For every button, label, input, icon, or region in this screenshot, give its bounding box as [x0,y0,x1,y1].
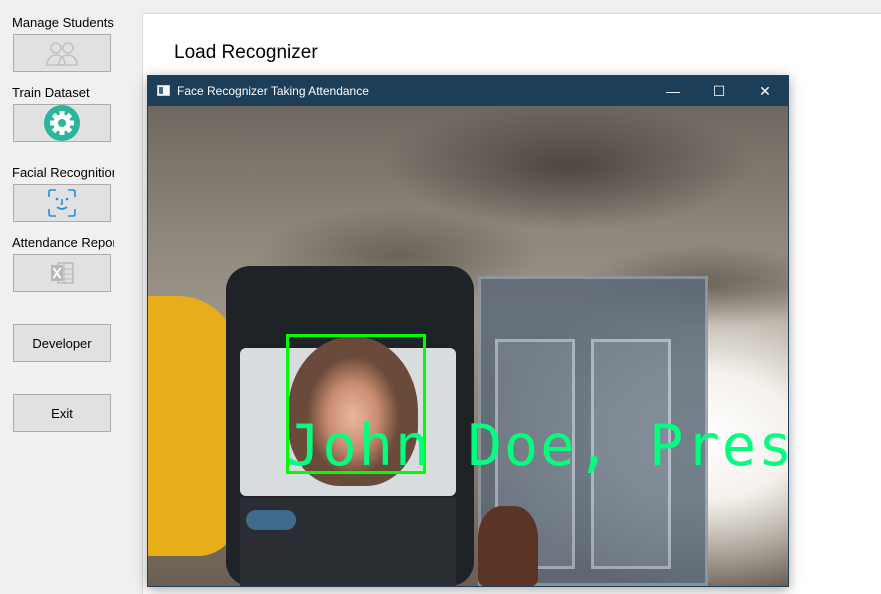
app-window-icon [157,85,170,96]
hand [478,506,538,586]
manage-students-button[interactable] [13,34,111,72]
face-scan-icon [48,189,76,217]
attendance-report-label: Attendance Report [12,235,114,250]
detection-label: John Doe, Present [286,413,788,479]
page-title: Load Recognizer [174,42,318,63]
window-titlebar[interactable]: Face Recognizer Taking Attendance — ☐ ✕ [148,76,788,106]
excel-icon [51,262,74,284]
window-title: Face Recognizer Taking Attendance [177,84,369,98]
camera-feed: John Doe, Present [148,106,788,586]
minimize-button[interactable]: — [650,76,696,106]
train-dataset-button[interactable] [13,104,111,142]
train-dataset-label: Train Dataset [12,85,90,100]
close-button[interactable]: ✕ [742,76,788,106]
exit-button[interactable]: Exit [13,394,111,432]
yellow-sleeve [148,296,238,556]
developer-button[interactable]: Developer [13,324,111,362]
maximize-button[interactable]: ☐ [696,76,742,106]
gear-icon [44,105,80,141]
facial-recognition-button[interactable] [13,184,111,222]
manage-students-label: Manage Students [12,15,114,30]
recognizer-window: Face Recognizer Taking Attendance — ☐ ✕ … [147,75,789,587]
attendance-report-button[interactable] [13,254,111,292]
users-icon [46,42,78,66]
facial-recognition-label: Facial Recognition [12,165,114,180]
